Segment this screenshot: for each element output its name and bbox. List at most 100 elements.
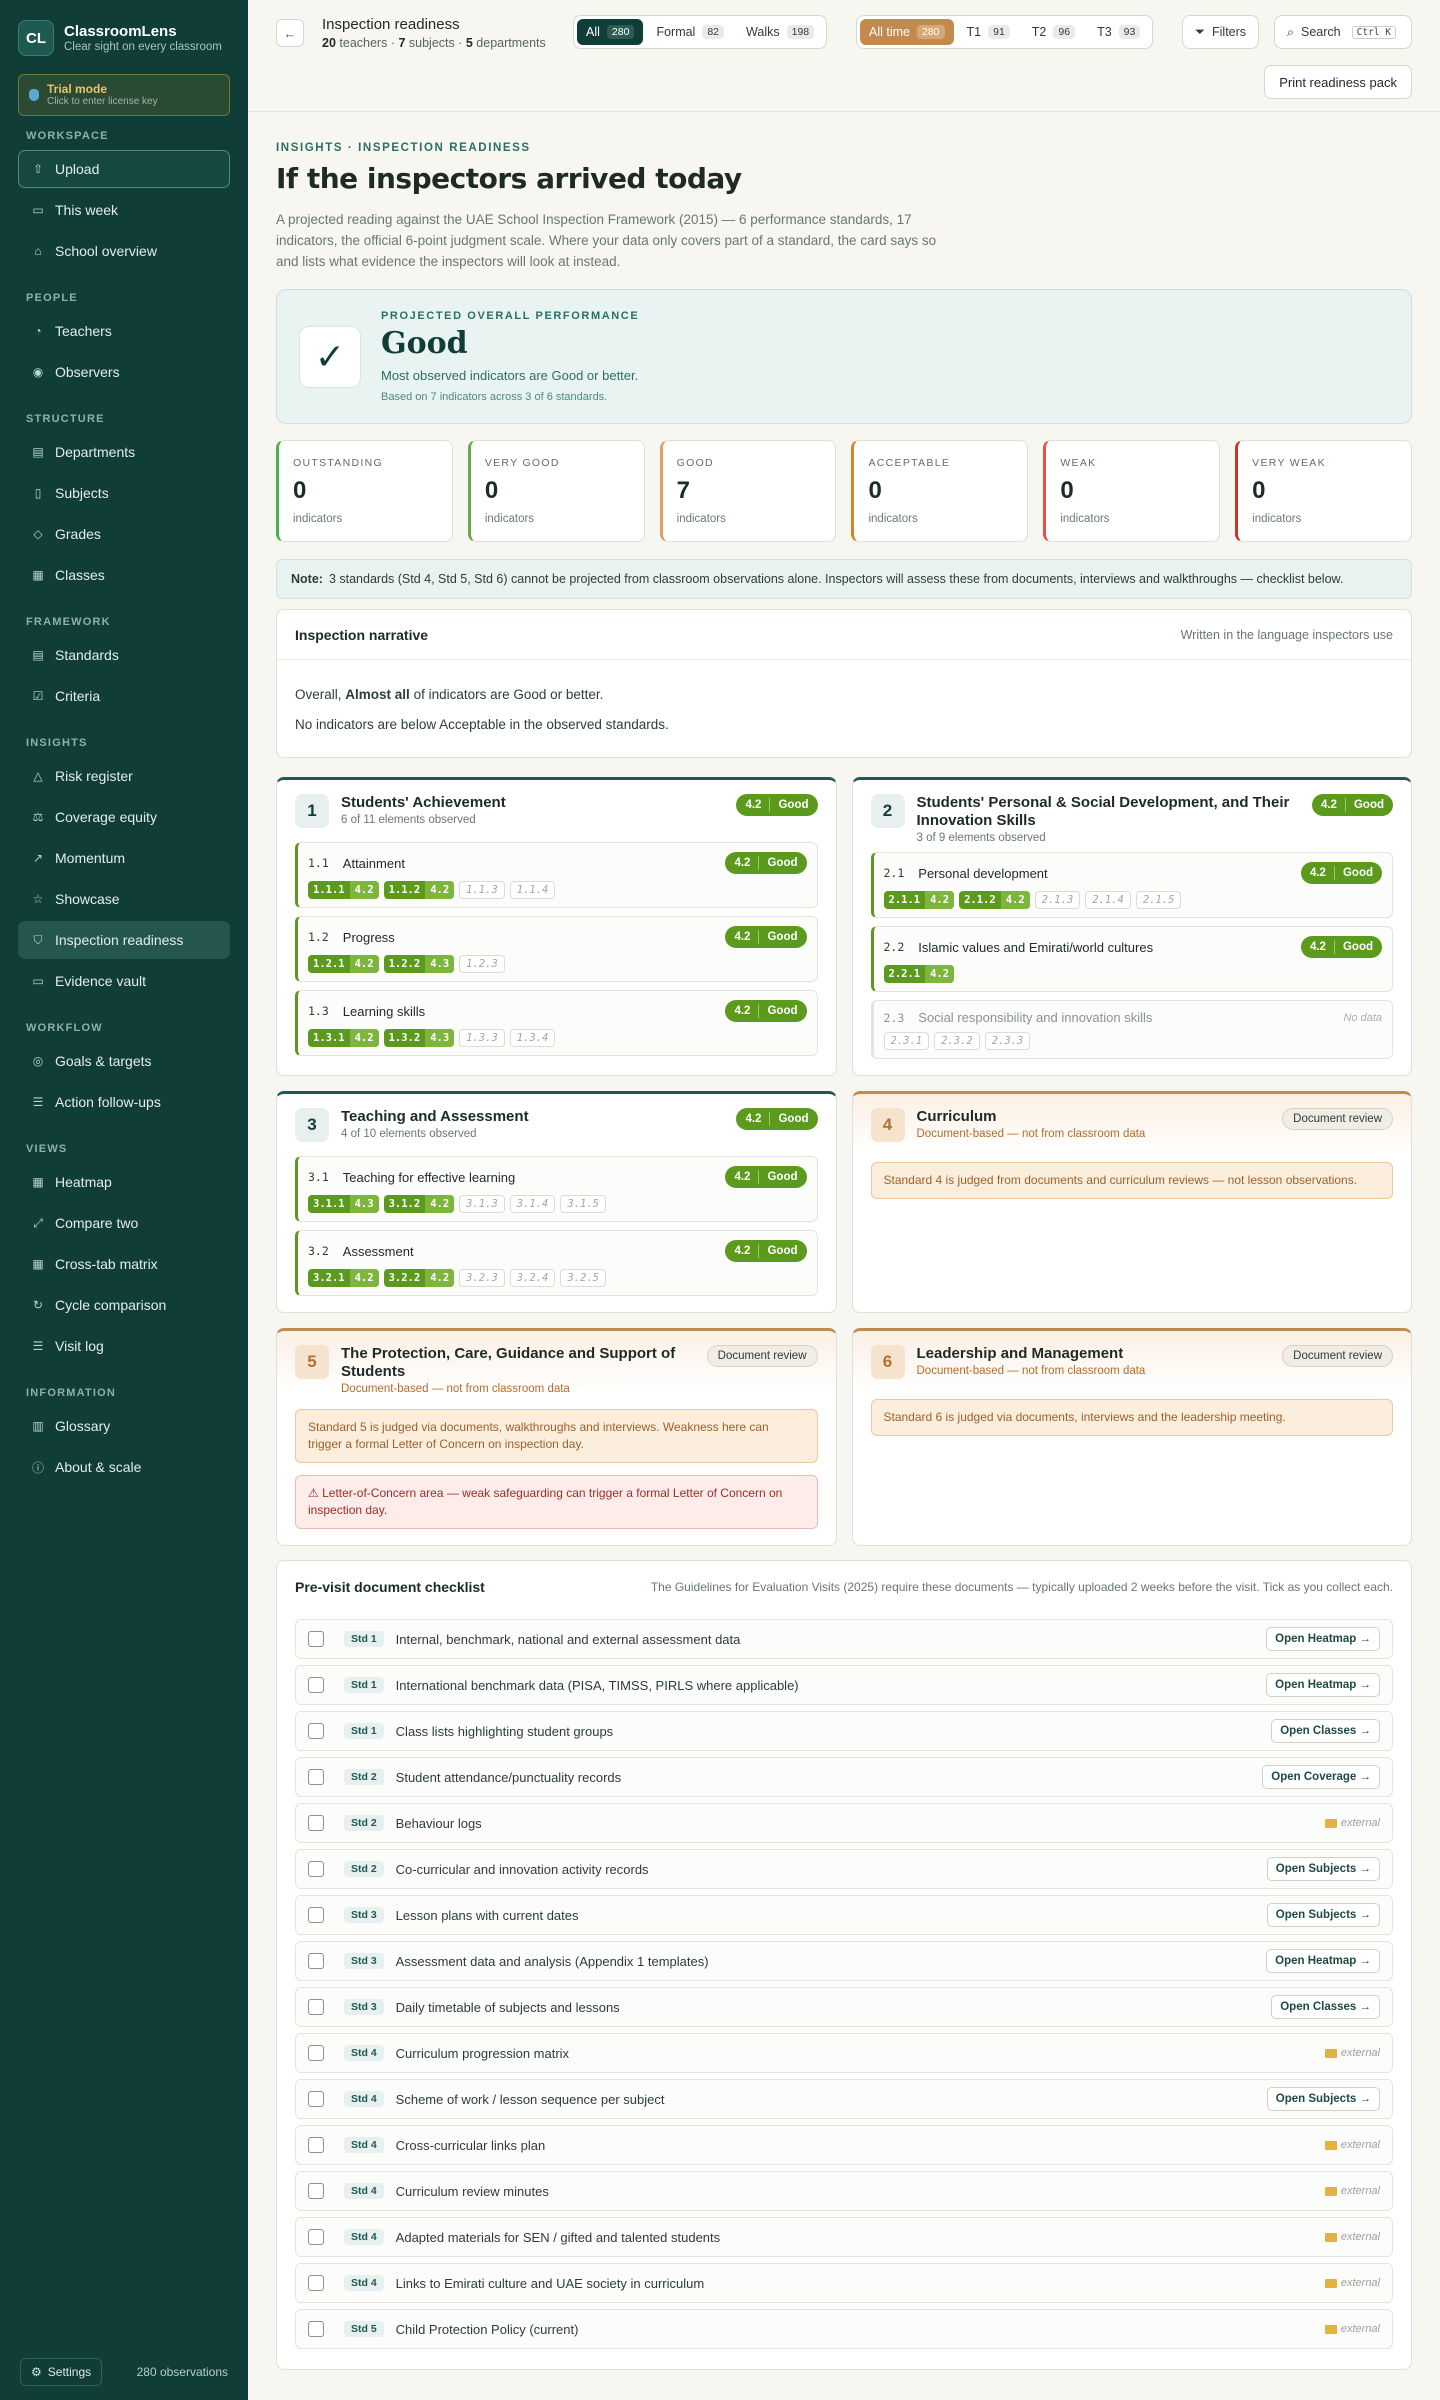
open-view-button[interactable]: Open Subjects → <box>1266 2087 1380 2111</box>
sidebar-item-action-follow-ups[interactable]: ☰ Action follow-ups <box>18 1083 230 1121</box>
filter-option-walks[interactable]: Walks 198 <box>737 19 823 45</box>
sidebar-item-about-scale[interactable]: ⓘ About & scale <box>18 1448 230 1486</box>
sidebar-item-inspection-readiness[interactable]: ⛉ Inspection readiness <box>18 921 230 959</box>
search-button[interactable]: ⌕ Search Ctrl K <box>1274 15 1412 49</box>
element-chip[interactable]: 3.2.2 4.2 <box>383 1269 455 1287</box>
sidebar-item-momentum[interactable]: ↗ Momentum <box>18 839 230 877</box>
element-chip[interactable]: 1.3.1 4.2 <box>308 1029 379 1047</box>
compare-icon: ⤢ <box>33 1215 43 1230</box>
sidebar-item-upload[interactable]: ⇧ Upload <box>18 150 230 188</box>
trial-mode-banner[interactable]: Trial mode Click to enter license key <box>18 74 230 116</box>
sidebar-item-departments[interactable]: ▤ Departments <box>18 433 230 471</box>
element-chip[interactable]: 3.1.1 4.3 <box>308 1195 379 1213</box>
sidebar-item-cross-tab-matrix[interactable]: ▦ Cross-tab matrix <box>18 1245 230 1283</box>
checkbox[interactable] <box>308 2045 324 2061</box>
filter-option-all[interactable]: All 280 <box>577 19 644 45</box>
filter-option-all-time[interactable]: All time 280 <box>860 19 954 45</box>
element-chip[interactable]: 1.2.2 4.3 <box>383 955 455 973</box>
element-code: 3.2.1 <box>313 1272 345 1284</box>
element-chip[interactable]: 1.1.1 4.2 <box>308 881 379 899</box>
sidebar-item-classes[interactable]: ▦ Classes <box>18 556 230 594</box>
checkbox[interactable] <box>308 1953 324 1969</box>
external-label: external <box>1340 2185 1380 2197</box>
standard-card-document: 6 Leadership and Management Document-based… <box>851 1328 1412 1546</box>
checkbox[interactable] <box>308 1677 324 1693</box>
element-chip[interactable]: 1.3.2 4.3 <box>383 1029 455 1047</box>
filter-option-t2[interactable]: T2 96 <box>1023 19 1084 45</box>
filter-option-count: 280 <box>606 25 635 39</box>
sidebar-item-subjects[interactable]: ▯ Subjects <box>18 474 230 512</box>
sidebar-item-glossary[interactable]: ▥ Glossary <box>18 1407 230 1445</box>
element-chip[interactable]: 2.1.2 4.2 <box>959 891 1030 909</box>
sidebar-item-showcase[interactable]: ☆ Showcase <box>18 880 230 918</box>
open-view-button[interactable]: Open Subjects → <box>1266 1903 1380 1927</box>
checkbox[interactable] <box>308 1723 324 1739</box>
judgment-badge: 4.2 Good <box>1300 936 1382 958</box>
indicator-row[interactable]: 1.1 Attainment 4.2 Good 1.1.1 4.2 1.1.2 4.2 1.1.… <box>295 842 818 908</box>
checkbox[interactable] <box>308 2183 324 2199</box>
sidebar-item-coverage-equity[interactable]: ⚖ Coverage equity <box>18 798 230 836</box>
checkbox[interactable] <box>308 2229 324 2245</box>
element-chips: 2.2.1 4.2 <box>883 965 1383 983</box>
element-chip[interactable]: 2.2.1 4.2 <box>883 965 955 983</box>
indicator-row[interactable]: 2.2 Islamic values and Emirati/world cult… <box>870 926 1393 992</box>
indicator-row[interactable]: 3.2 Assessment 4.2 Good 3.2.1 4.2 3.2.2 4.2 3.2.… <box>295 1230 818 1296</box>
sidebar-item-criteria[interactable]: ☑ Criteria <box>18 677 230 715</box>
checkbox[interactable] <box>308 2275 324 2291</box>
sidebar-item-this-week[interactable]: ▭ This week <box>18 191 230 229</box>
sidebar-item-visit-log[interactable]: ☰ Visit log <box>18 1327 230 1365</box>
checkbox[interactable] <box>308 2137 324 2153</box>
sidebar-item-goals-targets[interactable]: ◎ Goals & targets <box>18 1042 230 1080</box>
filter-option-t1[interactable]: T1 91 <box>958 19 1019 45</box>
back-button[interactable]: ← <box>276 19 304 47</box>
indicator-row[interactable]: 2.3 Social responsibility and innovation … <box>870 1000 1393 1059</box>
sidebar-item-evidence-vault[interactable]: ▭ Evidence vault <box>18 962 230 1000</box>
standard-tag: Std 4 <box>344 2091 384 2107</box>
open-view-button[interactable]: Open Subjects → <box>1266 1857 1380 1881</box>
checkbox[interactable] <box>308 1769 324 1785</box>
sidebar-item-risk-register[interactable]: △ Risk register <box>18 757 230 795</box>
sidebar-item-heatmap[interactable]: ▦ Heatmap <box>18 1163 230 1201</box>
sidebar-item-standards[interactable]: ▤ Standards <box>18 636 230 674</box>
checklist-item: Std 2 Co-curricular and innovation activi… <box>295 1849 1393 1889</box>
brand[interactable]: CL ClassroomLens Clear sight on every cl… <box>0 0 248 72</box>
filters-button[interactable]: ⏷ Filters <box>1182 15 1260 49</box>
sidebar-item-school-overview[interactable]: ⌂ School overview <box>18 232 230 270</box>
checklist-item-text: Lesson plans with current dates <box>395 1907 579 1923</box>
checkbox[interactable] <box>308 1815 324 1831</box>
element-chip[interactable]: 3.2.1 4.2 <box>308 1269 379 1287</box>
checkbox[interactable] <box>308 1907 324 1923</box>
indicator-row[interactable]: 2.1 Personal development 4.2 Good 2.1.1 4.2 2.… <box>870 852 1393 918</box>
print-readiness-pack-button[interactable]: Print readiness pack <box>1264 65 1412 99</box>
open-view-button[interactable]: Open Classes → <box>1271 1995 1380 2019</box>
element-chip[interactable]: 2.1.1 4.2 <box>883 891 955 909</box>
element-chip[interactable]: 1.1.2 4.2 <box>383 881 455 899</box>
filter-option-t3[interactable]: T3 93 <box>1088 19 1149 45</box>
sidebar-item-cycle-comparison[interactable]: ↻ Cycle comparison <box>18 1286 230 1324</box>
open-view-button[interactable]: Open Heatmap → <box>1266 1673 1380 1697</box>
indicator-row[interactable]: 1.2 Progress 4.2 Good 1.2.1 4.2 1.2.2 4.3 1.2.3 <box>295 916 818 982</box>
sidebar-item-teachers[interactable]: ◔ Teachers <box>18 312 230 350</box>
sidebar-item-grades[interactable]: ◇ Grades <box>18 515 230 553</box>
narrative-line-1: Overall, Almost all of indicators are Go… <box>295 687 604 702</box>
checkbox[interactable] <box>308 2091 324 2107</box>
open-view-button[interactable]: Open Heatmap → <box>1266 1627 1380 1651</box>
indicator-row[interactable]: 3.1 Teaching for effective learning 4.2 Goo… <box>295 1156 818 1222</box>
open-view-button[interactable]: Open Heatmap → <box>1266 1949 1380 1973</box>
open-view-button[interactable]: Open Coverage → <box>1262 1765 1380 1789</box>
indicator-row[interactable]: 1.3 Learning skills 4.2 Good 1.3.1 4.2 1.3.2 4.… <box>295 990 818 1056</box>
element-chip[interactable]: 1.2.1 4.2 <box>308 955 379 973</box>
open-view-button[interactable]: Open Classes → <box>1271 1719 1380 1743</box>
checkbox[interactable] <box>308 1999 324 2015</box>
checkbox[interactable] <box>308 2321 324 2337</box>
sidebar-item-compare-two[interactable]: ⤢ Compare two <box>18 1204 230 1242</box>
settings-button[interactable]: ⚙ Settings <box>20 2358 103 2386</box>
checkbox[interactable] <box>308 1861 324 1877</box>
sidebar-item-label: Teachers <box>55 323 112 339</box>
checkbox[interactable] <box>308 1631 324 1647</box>
no-data-label: No data <box>1343 1011 1382 1024</box>
refresh-icon: ↻ <box>32 1298 44 1312</box>
filter-option-formal[interactable]: Formal 82 <box>647 19 733 45</box>
element-chip[interactable]: 3.1.2 4.2 <box>383 1195 455 1213</box>
sidebar-item-observers[interactable]: ◉ Observers <box>18 353 230 391</box>
